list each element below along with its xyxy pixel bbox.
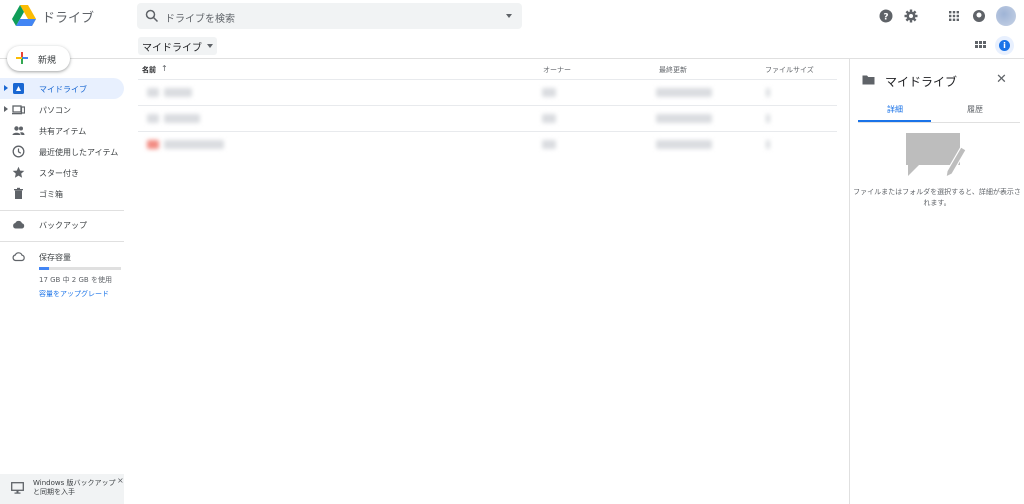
- expand-caret-icon[interactable]: [4, 106, 8, 112]
- owner-blurred: [542, 140, 556, 149]
- sidebar-item-starred[interactable]: スター付き: [0, 162, 124, 183]
- storage-progress-fill: [39, 267, 49, 270]
- sidebar-divider: [0, 210, 124, 211]
- size-blurred: [766, 114, 770, 123]
- file-name-blurred: [164, 88, 192, 97]
- search-options-icon[interactable]: [506, 14, 512, 18]
- sidebar-item-computers[interactable]: パソコン: [0, 99, 124, 120]
- sidebar-item-my-drive[interactable]: マイドライブ: [0, 78, 124, 99]
- notifications-icon[interactable]: [972, 9, 986, 23]
- header-divider: [0, 58, 849, 59]
- storage-progress-bar: [39, 267, 121, 270]
- tab-details[interactable]: 詳細: [887, 104, 903, 115]
- close-icon[interactable]: ×: [117, 476, 124, 485]
- svg-text:?: ?: [883, 13, 888, 23]
- close-icon[interactable]: ✕: [996, 72, 1007, 87]
- file-type-icon: [147, 88, 159, 97]
- details-panel-title: マイドライブ: [885, 75, 958, 89]
- size-blurred: [766, 140, 770, 149]
- plus-icon: [16, 52, 28, 64]
- modified-blurred: [656, 140, 712, 149]
- storage-usage-text: 17 GB 中 2 GB を使用: [39, 276, 112, 284]
- info-icon: i: [999, 40, 1010, 51]
- sidebar-item-label: バックアップ: [39, 221, 87, 230]
- sort-arrow-icon[interactable]: ↑: [161, 64, 168, 73]
- sidebar-item-recent[interactable]: 最近使用したアイテム: [0, 141, 124, 162]
- trash-icon: [14, 187, 23, 199]
- sidebar-item-label: ゴミ箱: [39, 190, 63, 199]
- backup-sync-promo-text: Windows 版バックアップと同期を入手: [33, 479, 116, 496]
- breadcrumb[interactable]: マイドライブ: [138, 37, 217, 55]
- column-header-size: ファイルサイズ: [765, 66, 814, 74]
- column-header-owner: オーナー: [543, 66, 571, 74]
- details-panel-divider: [849, 58, 850, 504]
- sidebar-item-shared[interactable]: 共有アイテム: [0, 120, 124, 141]
- table-row[interactable]: [138, 80, 837, 105]
- sidebar-item-backup[interactable]: バックアップ: [0, 214, 124, 235]
- computers-icon: [12, 105, 25, 115]
- sidebar-item-label: スター付き: [39, 169, 79, 178]
- sidebar-item-label: 共有アイテム: [39, 127, 87, 136]
- file-name-blurred: [164, 140, 224, 149]
- file-name-blurred: [164, 114, 200, 123]
- tabs-divider: [858, 122, 1020, 123]
- sidebar-divider: [0, 241, 124, 242]
- owner-blurred: [542, 88, 556, 97]
- sidebar-item-label: 保存容量: [39, 253, 71, 262]
- header-divider-panel: [849, 58, 1024, 59]
- star-icon: [12, 166, 25, 178]
- top-bar: ドライブ ドライブを検索 ?: [0, 0, 1024, 32]
- folder-icon: [862, 75, 875, 85]
- expand-caret-icon[interactable]: [4, 85, 8, 91]
- desktop-monitor-icon: [11, 482, 24, 494]
- column-header-modified[interactable]: 最終更新: [659, 65, 687, 75]
- settings-icon[interactable]: [904, 9, 918, 23]
- tab-activity[interactable]: 履歴: [967, 104, 983, 115]
- drive-app: ドライブ ドライブを検索 ? 新規 マイドライブ パソコン 共有アイテム 最近使…: [0, 0, 1024, 504]
- column-header-name[interactable]: 名前: [142, 65, 156, 75]
- new-button-label: 新規: [38, 56, 57, 66]
- backup-sync-promo[interactable]: Windows 版バックアップと同期を入手 ×: [0, 474, 124, 504]
- search-input[interactable]: ドライブを検索: [165, 10, 235, 25]
- sidebar-item-trash[interactable]: ゴミ箱: [0, 183, 124, 204]
- apps-grid-icon[interactable]: [947, 9, 961, 23]
- storage-cloud-icon: [12, 252, 25, 262]
- empty-details-message: ファイルまたはフォルダを選択すると、詳細が表示されます。: [853, 188, 1021, 207]
- search-bar[interactable]: ドライブを検索: [137, 3, 522, 29]
- my-drive-icon: [13, 83, 24, 94]
- recent-icon: [12, 145, 25, 158]
- file-type-icon: [147, 114, 159, 123]
- empty-details-illustration-icon: [906, 133, 967, 179]
- drive-logo-icon[interactable]: [12, 5, 36, 27]
- sidebar-item-label: パソコン: [39, 106, 71, 115]
- help-icon[interactable]: ?: [879, 9, 893, 23]
- modified-blurred: [656, 114, 712, 123]
- new-button[interactable]: 新規: [7, 46, 70, 71]
- details-toggle-button[interactable]: i: [995, 36, 1014, 55]
- table-row[interactable]: [138, 106, 837, 131]
- app-title: ドライブ: [42, 11, 95, 26]
- owner-blurred: [542, 114, 556, 123]
- upgrade-storage-link[interactable]: 容量をアップグレード: [39, 289, 109, 299]
- table-row[interactable]: [138, 132, 837, 157]
- breadcrumb-label: マイドライブ: [142, 42, 202, 54]
- modified-blurred: [656, 88, 712, 97]
- chevron-down-icon: [207, 44, 213, 48]
- file-type-icon: [147, 140, 159, 149]
- grid-view-icon[interactable]: [975, 41, 986, 52]
- backup-cloud-icon: [13, 220, 25, 229]
- search-icon[interactable]: [145, 9, 159, 23]
- shared-icon: [12, 126, 25, 135]
- size-blurred: [766, 88, 770, 97]
- sidebar-item-label: 最近使用したアイテム: [39, 148, 119, 157]
- sidebar-item-storage[interactable]: 保存容量: [0, 246, 124, 267]
- account-avatar[interactable]: [996, 6, 1016, 26]
- sidebar-item-label: マイドライブ: [39, 85, 87, 94]
